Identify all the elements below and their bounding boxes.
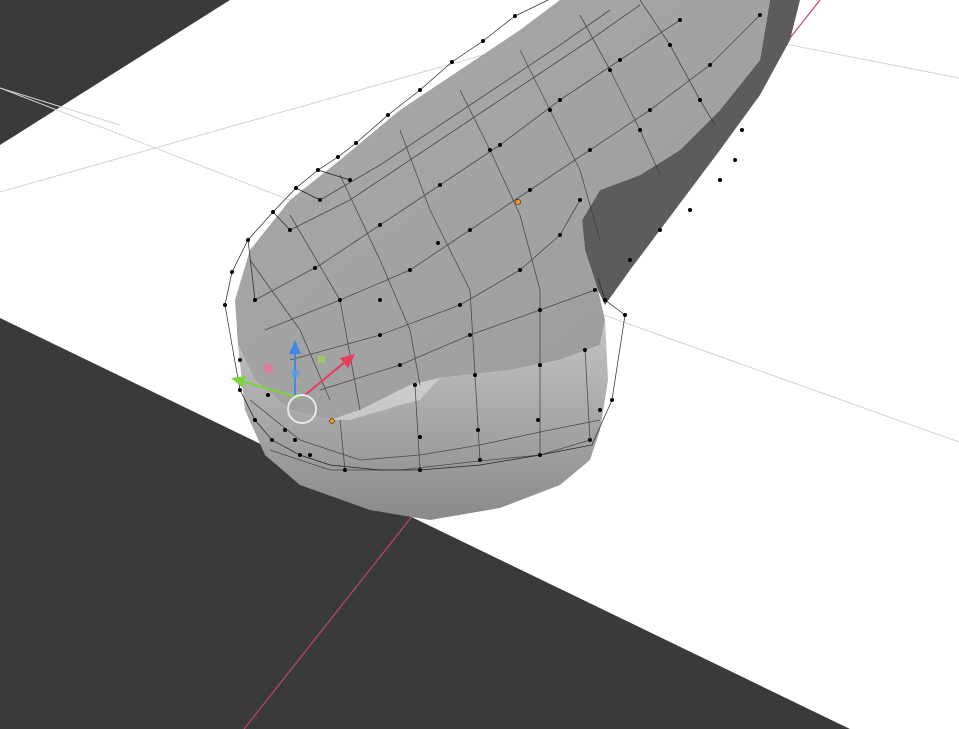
viewport-canvas[interactable] xyxy=(0,0,959,729)
3d-viewport[interactable] xyxy=(0,0,959,729)
